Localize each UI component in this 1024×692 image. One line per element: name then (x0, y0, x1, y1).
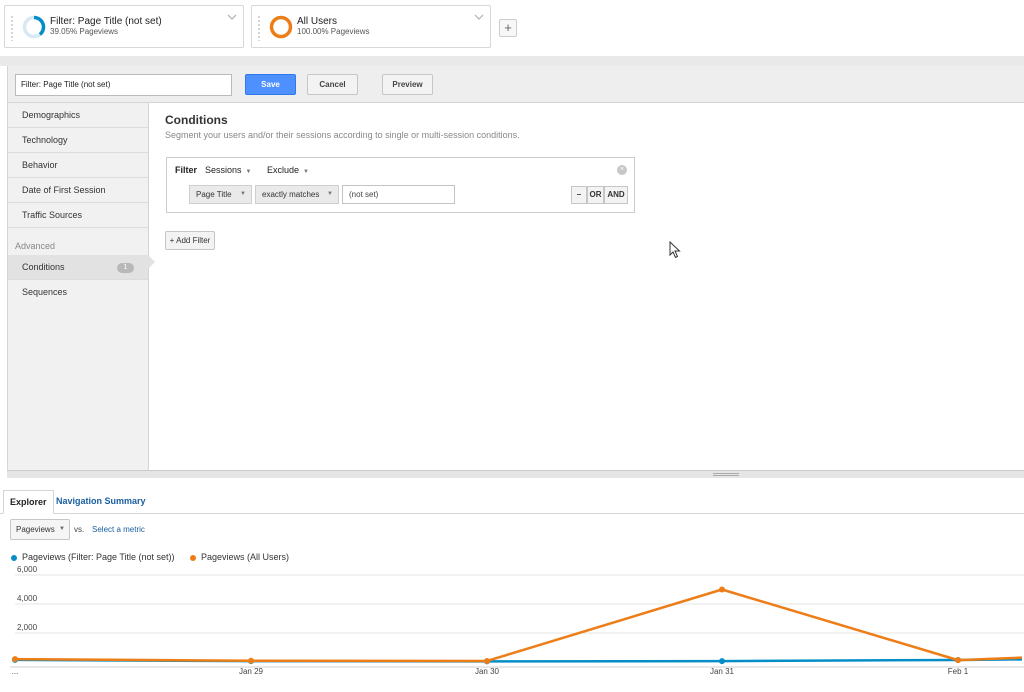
legend-label: Pageviews (All Users) (201, 552, 290, 562)
or-button[interactable]: OR (587, 186, 604, 204)
caret-down-icon: ▼ (59, 526, 65, 532)
x-tick-label: Feb 1 (948, 667, 969, 676)
x-tick-label: Jan 29 (239, 667, 264, 676)
segment-name: All Users (297, 16, 338, 27)
select-metric-link[interactable]: Select a metric (92, 525, 145, 534)
drag-handle[interactable] (10, 15, 14, 41)
y-tick-label: 2,000 (17, 623, 38, 632)
segment-editor: Filter: Page Title (not set) Save Cancel… (7, 66, 1024, 470)
segment-bar: Filter: Page Title (not set) 39.05% Page… (0, 0, 1024, 56)
legend-dot (11, 554, 17, 561)
y-tick-label: 6,000 (17, 566, 38, 574)
count-badge: 1 (117, 263, 134, 273)
save-button[interactable]: Save (245, 74, 296, 95)
vs-label: vs. (74, 525, 85, 534)
sidebar-item-sequences[interactable]: Sequences (8, 280, 148, 305)
cancel-button[interactable]: Cancel (307, 74, 358, 95)
segment-stat: 100.00% Pageviews (297, 27, 370, 36)
y-tick-label: 4,000 (17, 594, 38, 603)
series-line-1 (14, 588, 1023, 663)
sidebar-item-behavior[interactable]: Behavior (8, 153, 148, 178)
segment-name-input[interactable]: Filter: Page Title (not set) (15, 74, 232, 96)
data-point[interactable] (248, 657, 254, 664)
caret-down-icon: ▼ (245, 169, 252, 175)
segment-card-filter[interactable]: Filter: Page Title (not set) 39.05% Page… (4, 5, 244, 48)
scope-dropdown[interactable]: Sessions ▼ (205, 165, 251, 175)
legend-dot (190, 554, 196, 561)
preview-button[interactable]: Preview (382, 74, 433, 95)
tab-explorer[interactable]: Explorer (3, 490, 54, 514)
caret-down-icon: ▼ (240, 191, 246, 197)
legend-item-all-users[interactable]: Pageviews (All Users) (190, 552, 289, 562)
conditions-subtitle: Segment your users and/or their sessions… (165, 130, 520, 140)
segment-stat: 39.05% Pageviews (50, 27, 119, 36)
filter-label: Filter (175, 165, 198, 175)
sidebar-item-technology[interactable]: Technology (8, 128, 148, 153)
segment-name: Filter: Page Title (not set) (50, 16, 162, 27)
sidebar-item-label: Conditions (22, 262, 65, 272)
x-tick-label: Jan 30 (475, 667, 500, 676)
operator-value: exactly matches (262, 190, 320, 199)
separator-band (0, 56, 1024, 66)
caret-down-icon: ▼ (303, 169, 309, 175)
metric-value: Pageviews (16, 525, 55, 534)
sidebar-item-date-of-first-session[interactable]: Date of First Session (8, 178, 148, 203)
x-tick-label: ... (12, 667, 19, 676)
chevron-down-icon[interactable] (474, 12, 484, 22)
caret-down-icon: ▼ (327, 191, 333, 197)
data-point[interactable] (719, 658, 725, 665)
metric-dropdown[interactable]: Pageviews ▼ (10, 519, 70, 540)
legend-item-filter[interactable]: Pageviews (Filter: Page Title (not set)) (11, 552, 175, 562)
scope-value: Sessions (205, 165, 242, 175)
sidebar-item-demographics[interactable]: Demographics (8, 103, 148, 128)
pageviews-line-chart: 6,000 4,000 2,000... Jan 29 Jan 30 Jan 31 Feb … (10, 566, 1024, 676)
data-point[interactable] (484, 657, 490, 664)
data-point[interactable] (12, 656, 18, 663)
sidebar-item-traffic-sources[interactable]: Traffic Sources (8, 203, 148, 228)
mode-value: Exclude (267, 165, 300, 175)
conditions-title: Conditions (165, 113, 228, 127)
segment-card-all-users[interactable]: All Users 100.00% Pageviews (251, 5, 491, 48)
dimension-value: Page Title (196, 190, 232, 199)
editor-sidebar: Demographics Technology Behavior Date of… (8, 103, 149, 470)
data-point[interactable] (955, 657, 961, 664)
report-tabs: Explorer Navigation Summary (0, 490, 1024, 514)
advanced-label: Advanced (15, 241, 56, 251)
sidebar-item-conditions[interactable]: Conditions 1 (8, 255, 148, 280)
x-tick-label: Jan 31 (710, 667, 735, 676)
remove-filter-icon[interactable]: × (617, 165, 627, 175)
legend-label: Pageviews (Filter: Page Title (not set)) (22, 552, 175, 562)
tab-navigation-summary[interactable]: Navigation Summary (50, 490, 152, 514)
condition-value-input[interactable]: (not set) (342, 185, 455, 204)
active-item-pointer (148, 255, 155, 269)
filter-condition-box: Filter Sessions ▼ Exclude ▼ × Page Title ▼ … (166, 157, 635, 213)
segment-ring-icon (22, 15, 46, 39)
grip-icon (713, 473, 739, 476)
add-filter-button[interactable]: + Add Filter (165, 231, 215, 250)
add-segment-button[interactable]: + (499, 19, 517, 37)
include-exclude-dropdown[interactable]: Exclude ▼ (267, 165, 309, 175)
remove-condition-button[interactable]: – (571, 186, 587, 204)
mouse-pointer-icon (669, 241, 681, 259)
data-point[interactable] (719, 586, 725, 593)
dimension-dropdown[interactable]: Page Title ▼ (189, 185, 252, 204)
and-button[interactable]: AND (604, 186, 628, 204)
editor-toolbar: Filter: Page Title (not set) Save Cancel… (8, 66, 1024, 103)
chevron-down-icon[interactable] (227, 12, 237, 22)
drag-handle[interactable] (257, 15, 261, 41)
segment-ring-icon (269, 15, 293, 39)
operator-dropdown[interactable]: exactly matches ▼ (255, 185, 339, 204)
resize-handle[interactable] (7, 470, 1024, 478)
